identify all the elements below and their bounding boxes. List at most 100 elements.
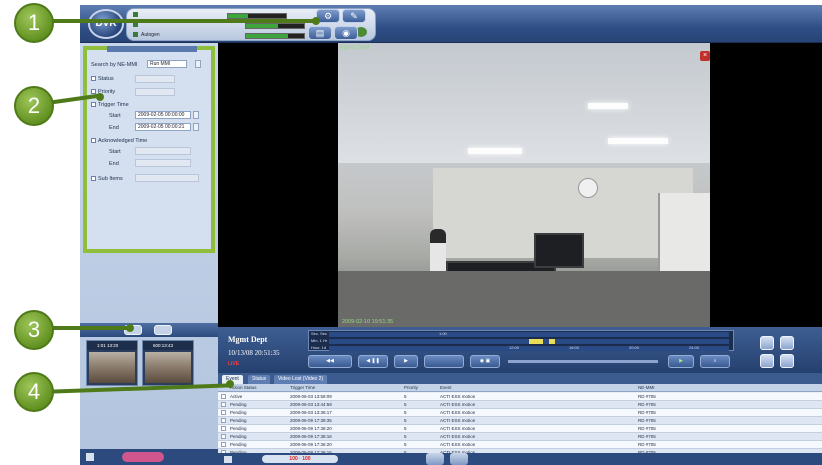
event-list: Event Status Video Lost (Video 2) Action…: [218, 373, 822, 453]
play-pause-button[interactable]: ◀ ❚❚: [358, 355, 388, 368]
cell-ne-mmi: RD #705: [638, 442, 656, 447]
end-calendar-icon[interactable]: [193, 123, 199, 131]
table-row[interactable]: Pending 2009-06-03 13:36:17 5 ACTI ESS moti…: [218, 409, 822, 417]
cell-event: ACTI ESS motion: [440, 402, 476, 407]
clear-button[interactable]: [154, 325, 172, 335]
volume-slider[interactable]: [508, 360, 658, 363]
search-panel-header: [107, 46, 197, 52]
cell-ne-mmi: RD #705: [638, 426, 656, 431]
column-header[interactable]: Trigger Time: [290, 384, 315, 392]
record-icon[interactable]: [780, 336, 794, 350]
column-header[interactable]: NE-MMI: [638, 384, 655, 392]
tab-status[interactable]: Status: [248, 375, 271, 384]
step-button[interactable]: ▶: [394, 355, 418, 368]
end-label: End: [109, 125, 119, 131]
row-checkbox[interactable]: [221, 442, 226, 447]
table-row[interactable]: Pending 2009-06-09 17:39:35 5 ACTI ESS moti…: [218, 417, 822, 425]
row-checkbox[interactable]: [221, 434, 226, 439]
ack-start-field[interactable]: [135, 147, 191, 155]
row-checkbox[interactable]: [221, 402, 226, 407]
checkbox-icon[interactable]: [86, 453, 94, 461]
callout-2: 2: [14, 86, 54, 126]
trigger-time-label: Trigger Time: [98, 102, 129, 108]
tab-video-lost[interactable]: Video Lost (Video 2): [274, 375, 328, 384]
start-calendar-icon[interactable]: [193, 111, 199, 119]
memory-meter: [245, 23, 305, 29]
search-by-dropdown-icon[interactable]: [195, 60, 201, 68]
view-button[interactable]: ◉: [334, 26, 358, 40]
sub-items-checkbox[interactable]: [91, 176, 96, 182]
alarm-button[interactable]: [122, 452, 164, 462]
timeline-tick: 12:00: [509, 345, 520, 350]
cell-event: ACTI ESS motion: [440, 418, 476, 423]
checkbox-icon[interactable]: [224, 456, 232, 463]
zoom-button[interactable]: ⌕: [700, 355, 730, 368]
app-logo: DVR: [88, 9, 124, 39]
camera-time: 10/13/08 20:51:35: [228, 349, 280, 357]
camera-thumbnail[interactable]: 1:01 13:20: [86, 340, 138, 386]
cell-status: Pending: [230, 418, 247, 423]
close-icon[interactable]: ×: [700, 51, 710, 61]
trigger-time-filter[interactable]: Trigger Time: [91, 102, 129, 108]
timeline-tracks[interactable]: Sec. Sec Min. 1 Hr Hour. 1d 1:00 12:00 1…: [308, 330, 734, 351]
export-button[interactable]: ▶: [668, 355, 694, 368]
cell-status: Active: [230, 394, 243, 399]
cell-status: Pending: [230, 410, 247, 415]
recording-segment[interactable]: [529, 339, 543, 344]
row-checkbox[interactable]: [221, 426, 226, 431]
video-timestamp: 2009-02-10 19:51:35: [342, 319, 394, 325]
sub-items-filter[interactable]: Sub Items: [91, 176, 123, 182]
timeline-tick: 24:00: [689, 345, 700, 350]
table-row[interactable]: Pending 2009-06-09 17:36:20 5 ACTI ESS moti…: [218, 441, 822, 449]
table-row[interactable]: Pending 2009-06-03 13:44:59 5 ACTI ESS moti…: [218, 401, 822, 409]
status-checkbox[interactable]: [91, 76, 96, 82]
row-checkbox[interactable]: [221, 410, 226, 415]
timeline-track[interactable]: [329, 332, 729, 337]
trigger-time-checkbox[interactable]: [91, 102, 96, 108]
export-icon[interactable]: [450, 453, 468, 465]
status-filter[interactable]: Status: [91, 76, 114, 82]
column-header[interactable]: Priority: [404, 384, 418, 392]
recording-segment[interactable]: [549, 339, 555, 344]
search-by-select[interactable]: Run MMI: [147, 60, 187, 68]
ack-end-field[interactable]: [135, 159, 191, 167]
table-row[interactable]: Active 2009-06-03 13:58:09 5 ACTI ESS motio…: [218, 393, 822, 401]
camera-icon[interactable]: [760, 336, 774, 350]
camera-video-frame[interactable]: 2009-02-10 19:51:35: [338, 43, 710, 327]
video-view[interactable]: 2009-02-10 19:51:35 Mgmt Dept ×: [218, 43, 822, 327]
event-rows: Active 2009-06-03 13:58:09 5 ACTI ESS motio…: [218, 393, 822, 453]
snapshot-button[interactable]: ◉ ▣: [470, 355, 500, 368]
sync-icon[interactable]: [780, 354, 794, 368]
camera-thumbnail[interactable]: 600:13:43: [142, 340, 194, 386]
priority-range[interactable]: [135, 88, 175, 96]
timeline-track[interactable]: [329, 346, 729, 351]
layout-button[interactable]: ▤: [308, 26, 332, 40]
acknowledge-icon[interactable]: [426, 453, 444, 465]
jump-button[interactable]: [424, 355, 464, 368]
status-select[interactable]: [135, 75, 175, 83]
cell-event: ACTI ESS motion: [440, 442, 476, 447]
status-row-label: Autogen: [141, 32, 160, 38]
trigger-end-field[interactable]: 2009-02-05 00:00:21: [135, 123, 191, 131]
cell-priority: 5: [404, 442, 407, 447]
trigger-start-field[interactable]: 2009-02-05 00:00:00: [135, 111, 191, 119]
bottom-bar: 100 · 100: [218, 453, 822, 465]
event-tabs: Event Status Video Lost (Video 2): [218, 373, 822, 384]
screen-icon[interactable]: [760, 354, 774, 368]
speed-button[interactable]: ◀◀: [308, 355, 352, 368]
column-header[interactable]: Action Status: [230, 384, 257, 392]
column-header[interactable]: Event: [440, 384, 452, 392]
sub-items-label: Sub Items: [98, 176, 123, 182]
cell-status: Pending: [230, 402, 247, 407]
ack-time-checkbox[interactable]: [91, 138, 96, 144]
sub-items-field[interactable]: [135, 174, 199, 182]
tools-button[interactable]: ✎: [342, 9, 366, 23]
cell-ne-mmi: RD #705: [638, 402, 656, 407]
row-checkbox[interactable]: [221, 418, 226, 423]
ceiling-light: [588, 103, 628, 109]
table-row[interactable]: Pending 2009-06-09 17:38:20 5 ACTI ESS moti…: [218, 425, 822, 433]
ack-time-filter[interactable]: Acknowledged Time: [91, 138, 147, 144]
search-by-label: Search by NE-MMI: [91, 62, 138, 68]
row-checkbox[interactable]: [221, 394, 226, 399]
table-row[interactable]: Pending 2009-06-09 17:38:16 5 ACTI ESS moti…: [218, 433, 822, 441]
